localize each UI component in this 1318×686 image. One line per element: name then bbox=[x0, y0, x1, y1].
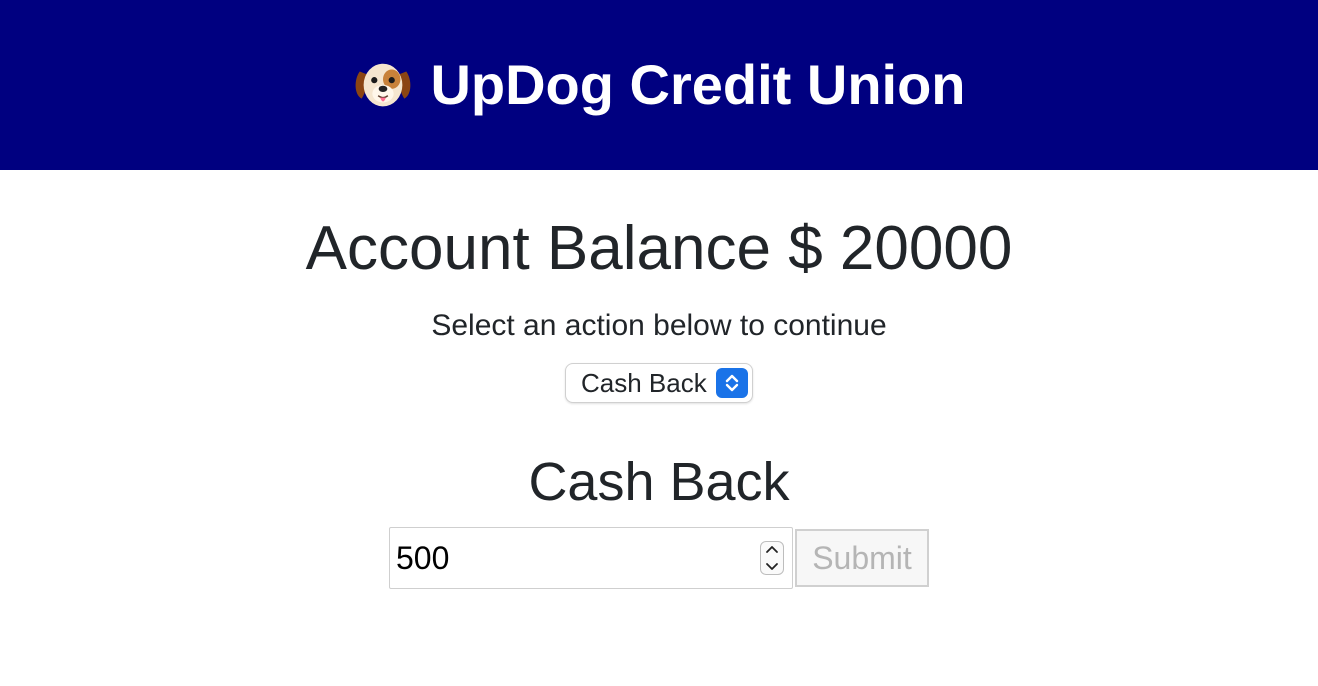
action-select-value: Cash Back bbox=[581, 367, 707, 398]
cash-back-form: Submit bbox=[389, 527, 929, 589]
account-balance: Account Balance $ 20000 bbox=[305, 214, 1013, 283]
chevron-up-down-icon bbox=[716, 368, 748, 398]
number-stepper[interactable] bbox=[760, 541, 784, 575]
dog-face-icon bbox=[356, 63, 411, 107]
section-title: Cash Back bbox=[528, 452, 790, 512]
instruction-text: Select an action below to continue bbox=[431, 309, 887, 342]
stepper-up-icon[interactable] bbox=[765, 545, 779, 555]
site-header: UpDog Credit Union bbox=[0, 0, 1318, 170]
brand-title: UpDog Credit Union bbox=[430, 53, 966, 116]
main-content: Account Balance $ 20000 Select an action… bbox=[0, 170, 1318, 589]
amount-field[interactable] bbox=[389, 527, 793, 589]
action-select[interactable]: Cash Back bbox=[565, 363, 753, 403]
submit-button[interactable]: Submit bbox=[795, 529, 929, 587]
stepper-down-icon[interactable] bbox=[765, 561, 779, 571]
brand: UpDog Credit Union bbox=[352, 53, 966, 116]
amount-input[interactable] bbox=[396, 539, 716, 577]
